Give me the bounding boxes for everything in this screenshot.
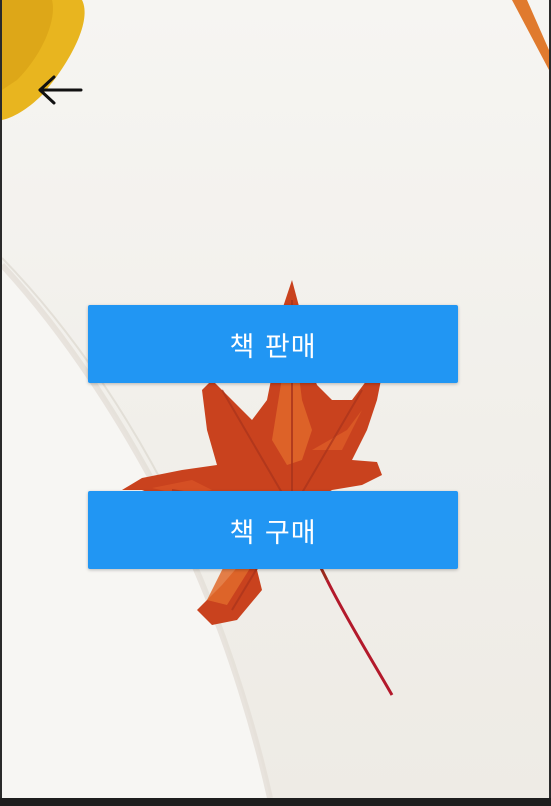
bottom-edge-bar xyxy=(0,798,551,806)
maple-leaf-book-illustration xyxy=(2,0,549,798)
sell-book-button[interactable]: 책 판매 xyxy=(88,305,458,383)
back-button[interactable] xyxy=(30,70,88,110)
background-photo xyxy=(2,0,549,798)
app-screen: 책 판매 책 구매 xyxy=(0,0,551,806)
arrow-left-icon xyxy=(38,75,83,105)
buy-book-button[interactable]: 책 구매 xyxy=(88,491,458,569)
